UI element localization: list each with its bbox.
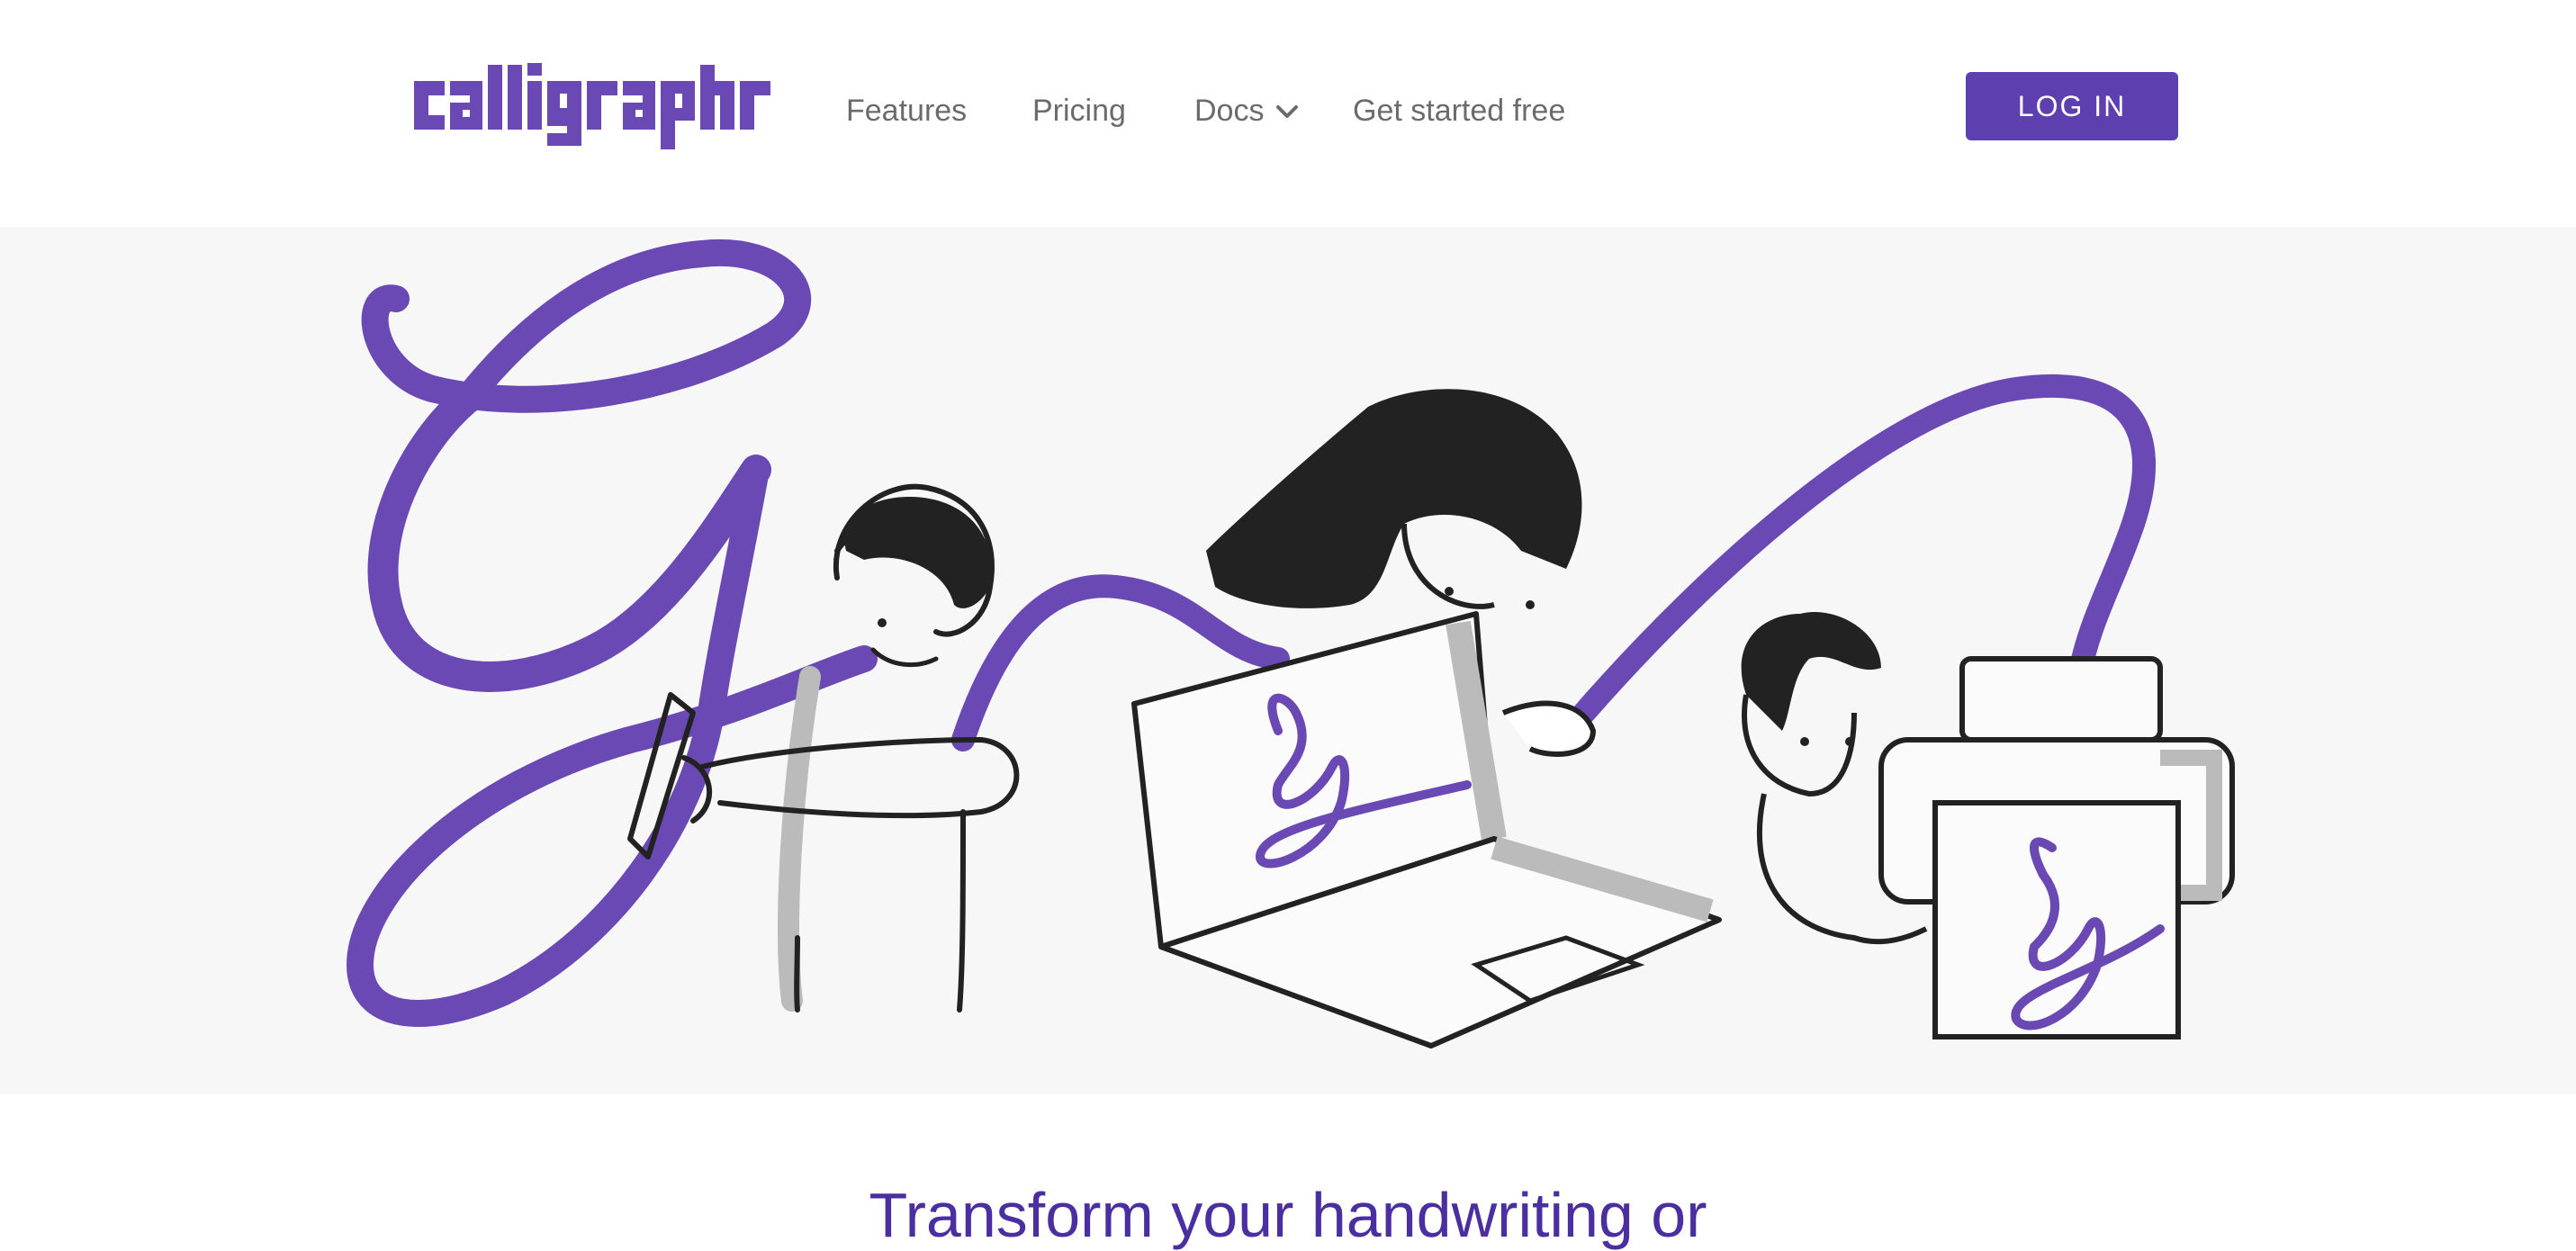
printer-icon [1878, 656, 2235, 1040]
woman-hand-icon [1501, 700, 1597, 757]
nav-pricing[interactable]: Pricing [1032, 94, 1126, 129]
nav-docs-label: Docs [1194, 94, 1265, 128]
calligraphr-logo[interactable] [410, 63, 788, 149]
site-header: Features Pricing Docs Get started free L… [0, 0, 2576, 227]
logo-wordmark-icon [414, 63, 770, 149]
login-button[interactable]: LOG IN [1966, 72, 2178, 140]
hero-section [0, 227, 2576, 1094]
laptop-icon [1131, 611, 1722, 1048]
nav-docs[interactable]: Docs [1194, 94, 1300, 129]
chevron-down-icon [1276, 104, 1299, 118]
woman-figure [1206, 389, 1582, 609]
nav-features[interactable]: Features [846, 94, 967, 129]
nav-get-started[interactable]: Get started free [1353, 94, 1565, 129]
hero-illustration [346, 238, 2235, 1048]
hero-headline: Transform your handwriting or [869, 1180, 1707, 1250]
boy-hair-icon [844, 497, 992, 668]
